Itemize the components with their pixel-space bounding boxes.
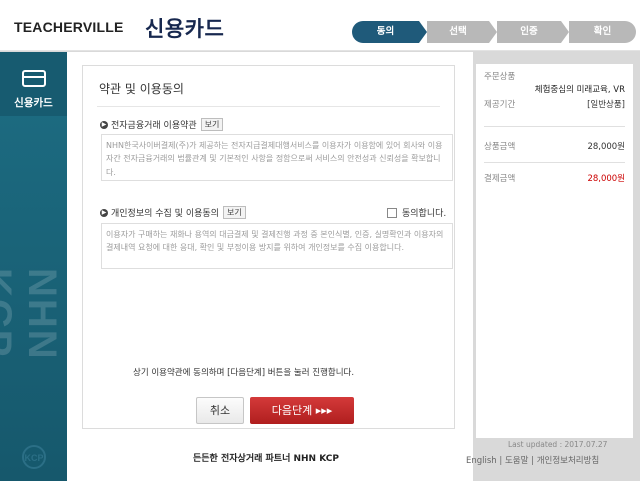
- credit-card-icon: [22, 70, 46, 87]
- price-label: 상품금액: [484, 142, 516, 152]
- divider: [97, 106, 440, 107]
- product-label: 주문상품: [484, 72, 516, 82]
- step-arrow-icon: [561, 21, 569, 43]
- period-value: [일반상품]: [587, 100, 625, 110]
- brand-logo: TEACHERVILLE: [14, 19, 124, 35]
- price-value: 28,000원: [587, 142, 625, 152]
- last-updated: Last updated : 2017.07.27: [508, 440, 608, 449]
- period-label: 제공기간: [484, 100, 516, 110]
- step-indicator: 동의 선택 인증 확인: [352, 21, 636, 43]
- view-privacy-button[interactable]: 보기: [222, 206, 246, 219]
- agree-label[interactable]: 동의합니다.: [402, 206, 446, 219]
- proceed-notice: 상기 이용약관에 동의하며 [다음단계] 버튼을 눌러 진행합니다.: [133, 368, 355, 378]
- arrow-bullet-icon: ▶: [100, 208, 108, 217]
- kcp-watermark: NHN KCP: [0, 268, 64, 361]
- next-step-button[interactable]: 다음단계 ▸▸▸: [250, 397, 354, 424]
- panel-title: 약관 및 이용동의: [99, 82, 184, 96]
- arrow-bullet-icon: ▶: [100, 120, 108, 129]
- step-arrow-icon: [489, 21, 497, 43]
- section-privacy-header: ▶ 개인정보의 수집 및 이용동의 보기: [100, 206, 246, 219]
- step-select: 선택: [427, 21, 489, 43]
- pay-value: 28,000원: [587, 174, 625, 184]
- cancel-button[interactable]: 취소: [196, 397, 244, 424]
- divider: [484, 126, 625, 127]
- period-row: 제공기간 [일반상품]: [484, 98, 625, 110]
- price-row: 상품금액 28,000원: [484, 140, 625, 152]
- section-title: 전자금융거래 이용약관: [111, 121, 197, 131]
- pay-label: 결제금액: [484, 174, 516, 184]
- footer-links[interactable]: English | 도움말 | 개인정보처리방침: [466, 454, 599, 466]
- product-value: 체험중심의 미래교육, VR: [534, 85, 625, 95]
- step-auth: 인증: [497, 21, 561, 43]
- divider: [484, 162, 625, 163]
- sidebar-item-label: 신용카드: [14, 97, 53, 109]
- privacy-text-box[interactable]: 이용자가 구매하는 재화나 용역의 대금결제 및 결제진행 과정 중 본인식별,…: [101, 223, 453, 269]
- terms-text-box[interactable]: NHN한국사이버결제(주)가 제공하는 전자지급결제대행서비스를 이용자가 이용…: [101, 134, 453, 181]
- step-agree: 동의: [352, 21, 419, 43]
- agree-checkbox[interactable]: [387, 207, 397, 218]
- product-row: 주문상품: [484, 70, 625, 82]
- section-title: 개인정보의 수집 및 이용동의: [111, 209, 219, 219]
- pay-row: 결제금액 28,000원: [484, 172, 625, 184]
- header: TEACHERVILLE 신용카드 동의 선택 인증 확인: [0, 0, 640, 51]
- step-confirm: 확인: [569, 21, 636, 43]
- sidebar-item-credit-card[interactable]: 신용카드: [0, 52, 67, 116]
- svg-text:KCP: KCP: [24, 453, 43, 463]
- kcp-logo-icon: KCP: [18, 443, 50, 475]
- order-summary: 주문상품 체험중심의 미래교육, VR 제공기간 [일반상품] 상품금액 28,…: [476, 64, 633, 438]
- step-arrow-icon: [419, 21, 427, 43]
- footer-slogan: 든든한 전자상거래 파트너 NHN KCP: [193, 454, 339, 464]
- agree-checkbox-group[interactable]: 동의합니다.: [387, 206, 446, 219]
- view-terms-button[interactable]: 보기: [200, 118, 224, 131]
- sidebar: 신용카드 NHN KCP: [0, 52, 67, 481]
- section-terms-header: ▶ 전자금융거래 이용약관 보기: [100, 118, 224, 131]
- page-title: 신용카드: [145, 17, 225, 41]
